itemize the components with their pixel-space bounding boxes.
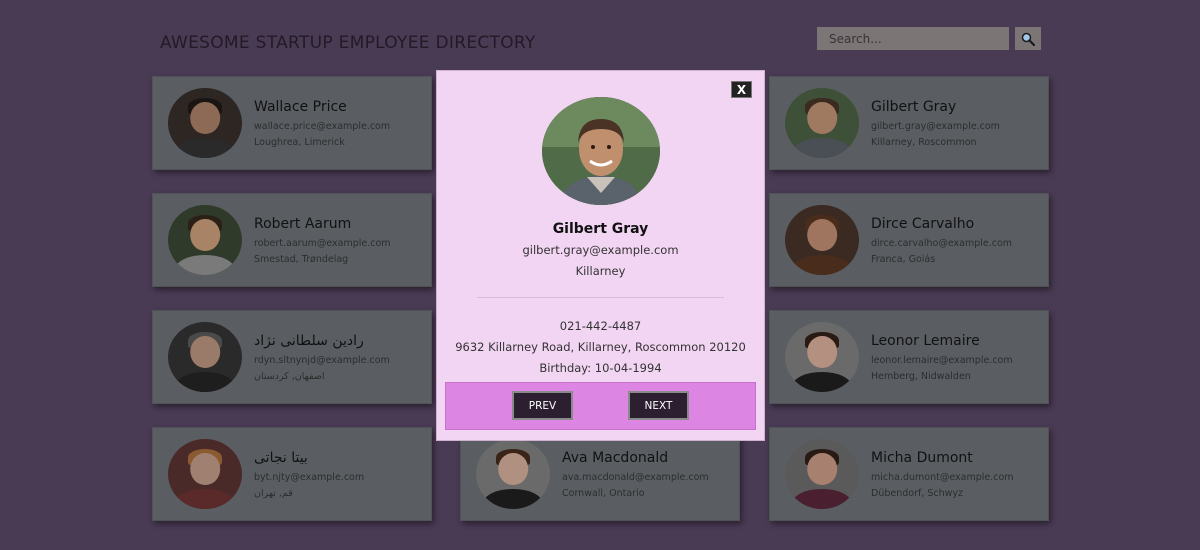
employee-email: byt.njty@example.com	[254, 471, 365, 483]
avatar	[785, 439, 859, 509]
avatar	[168, 439, 242, 509]
avatar	[476, 439, 550, 509]
employee-email: dirce.carvalho@example.com	[871, 237, 1013, 249]
modal-address: 9632 Killarney Road, Killarney, Roscommo…	[455, 340, 746, 354]
avatar	[785, 88, 859, 158]
employee-info: Ava Macdonald ava.macdonald@example.com Co…	[562, 450, 709, 499]
employee-card[interactable]: Wallace Price wallace.price@example.com Lo…	[152, 76, 432, 170]
employee-location: قم, تهران	[254, 487, 293, 499]
employee-location: Franca, Goiás	[871, 253, 936, 265]
employee-card[interactable]: Robert Aarum robert.aarum@example.com Smes…	[152, 193, 432, 287]
employee-card[interactable]: بیتا نجاتی byt.njty@example.com قم, تهران	[152, 427, 432, 521]
employee-name: Gilbert Gray	[871, 98, 957, 115]
employee-name: Robert Aarum	[254, 215, 352, 232]
avatar	[168, 322, 242, 392]
employee-location: Loughrea, Limerick	[254, 136, 345, 148]
employee-card[interactable]: رادین سلطانی نژاد rdyn.sltnynjd@example.c…	[152, 310, 432, 404]
employee-email: gilbert.gray@example.com	[871, 120, 1000, 132]
modal-birthday: Birthday: 10-04-1994	[539, 361, 662, 375]
avatar	[168, 88, 242, 158]
employee-location: Smestad, Trøndelag	[254, 253, 349, 265]
employee-info: رادین سلطانی نژاد rdyn.sltnynjd@example.c…	[254, 333, 390, 382]
employee-info: Robert Aarum robert.aarum@example.com Smes…	[254, 216, 391, 265]
modal-divider	[477, 297, 724, 298]
employee-info: Gilbert Gray gilbert.gray@example.com Kill…	[871, 99, 1000, 148]
employee-card[interactable]: Micha Dumont micha.dumont@example.com Dübe…	[769, 427, 1049, 521]
modal-phone: 021-442-4487	[559, 319, 642, 333]
modal-email: gilbert.gray@example.com	[522, 243, 679, 257]
employee-location: Killarney, Roscommon	[871, 136, 977, 148]
employee-email: robert.aarum@example.com	[254, 237, 391, 249]
employee-location: Dübendorf, Schwyz	[871, 487, 964, 499]
employee-card[interactable]: Ava Macdonald ava.macdonald@example.com Co…	[460, 427, 740, 521]
modal-avatar	[542, 97, 660, 205]
prev-button[interactable]: PREV	[512, 391, 573, 420]
employee-info: بیتا نجاتی byt.njty@example.com قم, تهران	[254, 450, 364, 499]
employee-name: رادین سلطانی نژاد	[254, 332, 364, 349]
employee-email: rdyn.sltnynjd@example.com	[254, 354, 390, 366]
employee-email: ava.macdonald@example.com	[562, 471, 709, 483]
employee-info: Dirce Carvalho dirce.carvalho@example.com…	[871, 216, 1012, 265]
employee-name: Dirce Carvalho	[871, 215, 975, 232]
employee-modal: X Gilbert Gray gilbert.gray@example.com …	[436, 70, 765, 441]
next-button[interactable]: NEXT	[628, 391, 689, 420]
employee-name: Ava Macdonald	[562, 449, 669, 466]
employee-name: Wallace Price	[254, 98, 347, 115]
avatar	[168, 205, 242, 275]
employee-location: Hemberg, Nidwalden	[871, 370, 971, 382]
avatar	[785, 205, 859, 275]
search-bar	[817, 27, 1041, 50]
page-title: AWESOME STARTUP EMPLOYEE DIRECTORY	[160, 33, 536, 53]
modal-name: Gilbert Gray	[552, 221, 649, 237]
employee-card[interactable]: Leonor Lemaire leonor.lemaire@example.com…	[769, 310, 1049, 404]
employee-email: wallace.price@example.com	[254, 120, 391, 132]
employee-name: بیتا نجاتی	[254, 449, 308, 466]
employee-info: Leonor Lemaire leonor.lemaire@example.com…	[871, 333, 1013, 382]
search-input[interactable]	[817, 27, 1009, 50]
employee-email: leonor.lemaire@example.com	[871, 354, 1013, 366]
modal-footer: PREV NEXT	[445, 382, 756, 430]
employee-name: Leonor Lemaire	[871, 332, 980, 349]
person-photo-icon	[542, 97, 660, 205]
employee-info: Micha Dumont micha.dumont@example.com Dübe…	[871, 450, 1014, 499]
employee-card[interactable]: Gilbert Gray gilbert.gray@example.com Kill…	[769, 76, 1049, 170]
employee-info: Wallace Price wallace.price@example.com Lo…	[254, 99, 390, 148]
employee-email: micha.dumont@example.com	[871, 471, 1014, 483]
employee-location: Cornwall, Ontario	[562, 487, 645, 499]
employee-name: Micha Dumont	[871, 449, 973, 466]
employee-card[interactable]: Dirce Carvalho dirce.carvalho@example.com…	[769, 193, 1049, 287]
close-modal-button[interactable]: X	[731, 81, 752, 98]
avatar	[785, 322, 859, 392]
modal-city: Killarney	[575, 264, 626, 278]
magnifier-icon	[1021, 32, 1035, 46]
employee-location: اصفهان, کردستان	[254, 370, 325, 382]
search-button[interactable]	[1015, 27, 1041, 50]
